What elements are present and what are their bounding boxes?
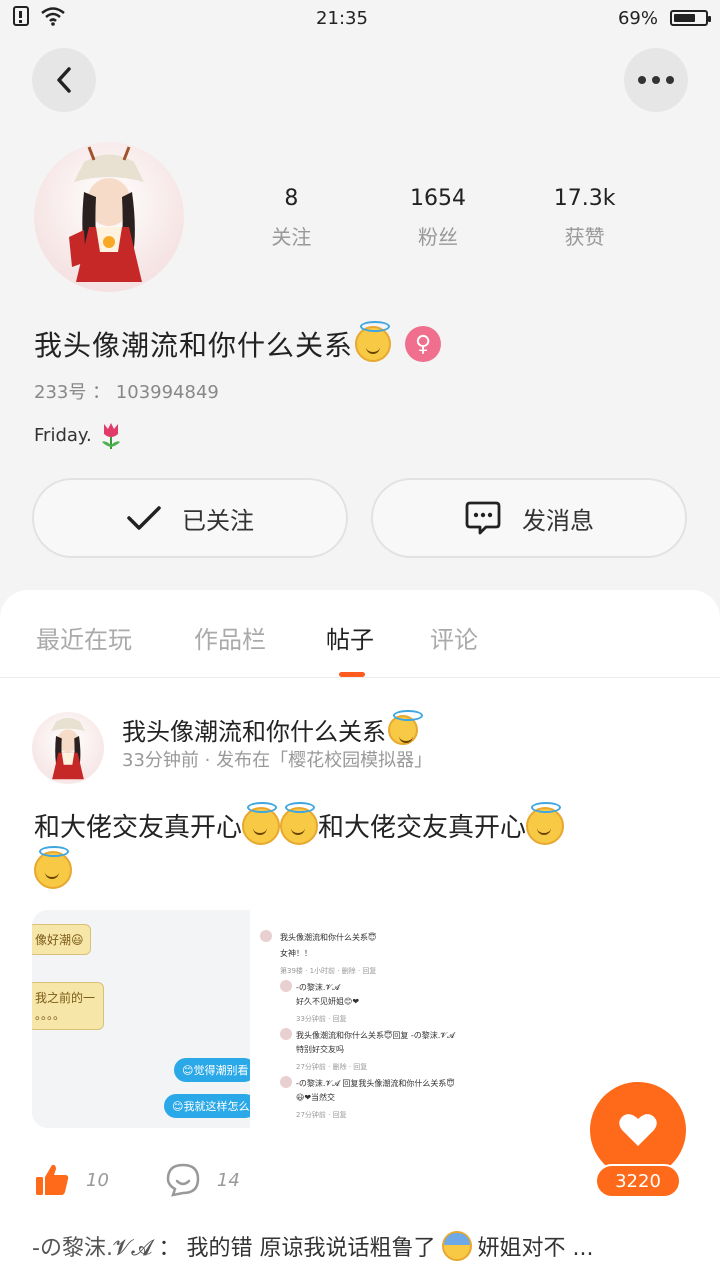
comment-bubble-icon xyxy=(166,1163,200,1197)
angel-emoji-icon xyxy=(280,801,319,845)
tab-posts[interactable]: 帖子 xyxy=(326,620,374,655)
comment-line: -の黎沫.𝓥𝓐 xyxy=(296,983,340,992)
comment-line: 😃❤当然交 xyxy=(296,1093,336,1102)
comment-line: 33分钟前 · 回复 xyxy=(296,1015,347,1023)
username: 我头像潮流和你什么关系 xyxy=(34,329,354,362)
avatar xyxy=(280,1076,292,1088)
tulip-icon xyxy=(101,423,120,449)
comment-line: 女神！！ xyxy=(280,949,312,958)
angel-emoji-icon xyxy=(355,321,392,362)
username-row: 我头像潮流和你什么关系 ♀ xyxy=(34,321,442,364)
angel-emoji-icon xyxy=(242,801,281,845)
comment-preview[interactable]: -の黎沫.𝓥𝓐 ： 我的错 原谅我说话粗鲁了 妍姐对不 ... xyxy=(32,1230,692,1262)
chat-bubble-line: 我之前的一 xyxy=(35,991,96,1005)
avatar[interactable] xyxy=(34,142,184,292)
stat-value: 8 xyxy=(284,186,299,211)
notification-icon xyxy=(12,5,32,32)
comment-line: 第39楼 · 1小时前 · 删除 · 回复 xyxy=(280,967,377,975)
stat-label: 粉丝 xyxy=(417,225,458,249)
message-label: 发消息 xyxy=(522,506,594,535)
angel-emoji-icon xyxy=(34,846,72,889)
comment-text: 我的错 原谅我说话粗鲁了 xyxy=(186,1236,436,1261)
tab-comments[interactable]: 评论 xyxy=(430,620,478,655)
avatar xyxy=(280,980,292,992)
tab-works[interactable]: 作品栏 xyxy=(194,620,266,655)
bio-text: Friday. xyxy=(34,424,92,446)
stat-value: 1654 xyxy=(409,186,466,211)
post-text: 和大佬交友真开心 和大佬交友真开心 xyxy=(34,801,684,895)
avatar xyxy=(280,1028,292,1040)
more-button[interactable] xyxy=(624,48,688,112)
chat-screenshot-right: 我头像潮流和你什么关系😇 女神！！ 第39楼 · 1小时前 · 删除 · 回复 … xyxy=(250,910,460,1128)
avatar-image xyxy=(69,146,144,282)
wifi-icon xyxy=(40,6,66,31)
comment-button[interactable]: 14 xyxy=(165,1162,240,1198)
heart-count: 3220 xyxy=(595,1164,681,1198)
thumbs-up-icon xyxy=(36,1164,69,1195)
stat-label: 获赞 xyxy=(564,225,605,249)
tab-recently-played[interactable]: 最近在玩 xyxy=(36,620,132,655)
comment-line: 我头像潮流和你什么关系😇回复 -の黎沫.𝓥𝓐 xyxy=(296,1031,455,1040)
chat-bubble: 😊觉得潮别看 xyxy=(174,1058,257,1082)
chevron-left-icon xyxy=(57,67,71,93)
back-button[interactable] xyxy=(32,48,96,112)
stat-label: 关注 xyxy=(271,225,312,249)
post-text-part: 和大佬交友真开心 xyxy=(318,813,527,843)
chat-bubble: 😊我就这样怎么 xyxy=(164,1094,258,1118)
chat-bubble: 我之前的一 。。。。 xyxy=(32,982,104,1030)
comment-separator: ： xyxy=(158,1236,181,1261)
like-count: 10 xyxy=(86,1169,109,1191)
stat-value: 17.3k xyxy=(553,186,616,211)
comment-author: -の黎沫.𝓥𝓐 xyxy=(32,1236,153,1261)
post-text-part: 和大佬交友真开心 xyxy=(34,813,243,843)
chat-screenshot-left: 像好潮😃 我之前的一 。。。。 😊觉得潮别看 😊我就这样怎么 xyxy=(32,910,258,1128)
stat-following[interactable]: 8 关注 xyxy=(231,186,351,250)
post-image[interactable]: 像好潮😃 我之前的一 。。。。 😊觉得潮别看 😊我就这样怎么 我头像潮流和你什么… xyxy=(32,910,460,1128)
stat-likes[interactable]: 17.3k 获赞 xyxy=(525,186,645,250)
heart-icon xyxy=(619,1114,657,1146)
comment-line: 27分钟前 · 删除 · 回复 xyxy=(296,1063,368,1071)
chat-bubble: 像好潮😃 xyxy=(32,924,91,955)
status-time: 21:35 xyxy=(316,7,368,29)
bio: Friday. xyxy=(34,420,126,450)
tab-bar: 最近在玩 作品栏 帖子 评论 xyxy=(0,590,720,678)
message-button[interactable]: 发消息 xyxy=(371,478,687,558)
post-author[interactable]: 我头像潮流和你什么关系 xyxy=(122,709,423,747)
comment-line: -の黎沫.𝓥𝓐 回复我头像潮流和你什么关系😇 xyxy=(296,1079,455,1088)
comment-line: 27分钟前 · 回复 xyxy=(296,1111,347,1119)
post-author-name: 我头像潮流和你什么关系 xyxy=(122,718,386,746)
profile-stats: 8 关注 1654 粉丝 17.3k 获赞 xyxy=(218,186,658,250)
checkmark-icon xyxy=(127,506,161,530)
active-tab-indicator xyxy=(339,672,365,677)
chat-bubble-icon xyxy=(465,501,501,535)
battery-fill xyxy=(673,14,695,22)
comment-line: 我头像潮流和你什么关系😇 xyxy=(280,933,377,942)
avatar-image xyxy=(51,718,85,780)
angel-emoji-icon xyxy=(526,801,565,845)
post-actions: 10 14 xyxy=(34,1162,240,1198)
scared-emoji-icon xyxy=(441,1231,472,1261)
more-dots-icon xyxy=(638,76,674,84)
battery-icon xyxy=(669,10,711,26)
chat-bubble-line: 。。。。 xyxy=(35,1008,66,1022)
status-bar: 21:35 69% xyxy=(0,0,720,36)
follow-button[interactable]: 已关注 xyxy=(32,478,348,558)
comment-line: 好久不见妍姐😊❤ xyxy=(296,997,360,1006)
avatar xyxy=(260,930,272,942)
like-button[interactable]: 10 xyxy=(34,1162,109,1198)
post-meta: 33分钟前 · 发布在「樱花校园模拟器」 xyxy=(122,750,433,771)
comment-text-tail: 妍姐对不 ... xyxy=(477,1236,594,1261)
angel-emoji-icon xyxy=(388,709,423,745)
stat-followers[interactable]: 1654 粉丝 xyxy=(378,186,498,250)
account-id: 233号 ： 103994849 xyxy=(34,382,219,403)
comment-count: 14 xyxy=(216,1169,240,1191)
battery-percent: 69% xyxy=(617,7,658,29)
follow-label: 已关注 xyxy=(182,506,254,535)
comment-line: 特别好交友吗 xyxy=(296,1045,344,1054)
female-gender-icon: ♀ xyxy=(405,326,442,362)
post-author-avatar[interactable] xyxy=(32,712,104,784)
